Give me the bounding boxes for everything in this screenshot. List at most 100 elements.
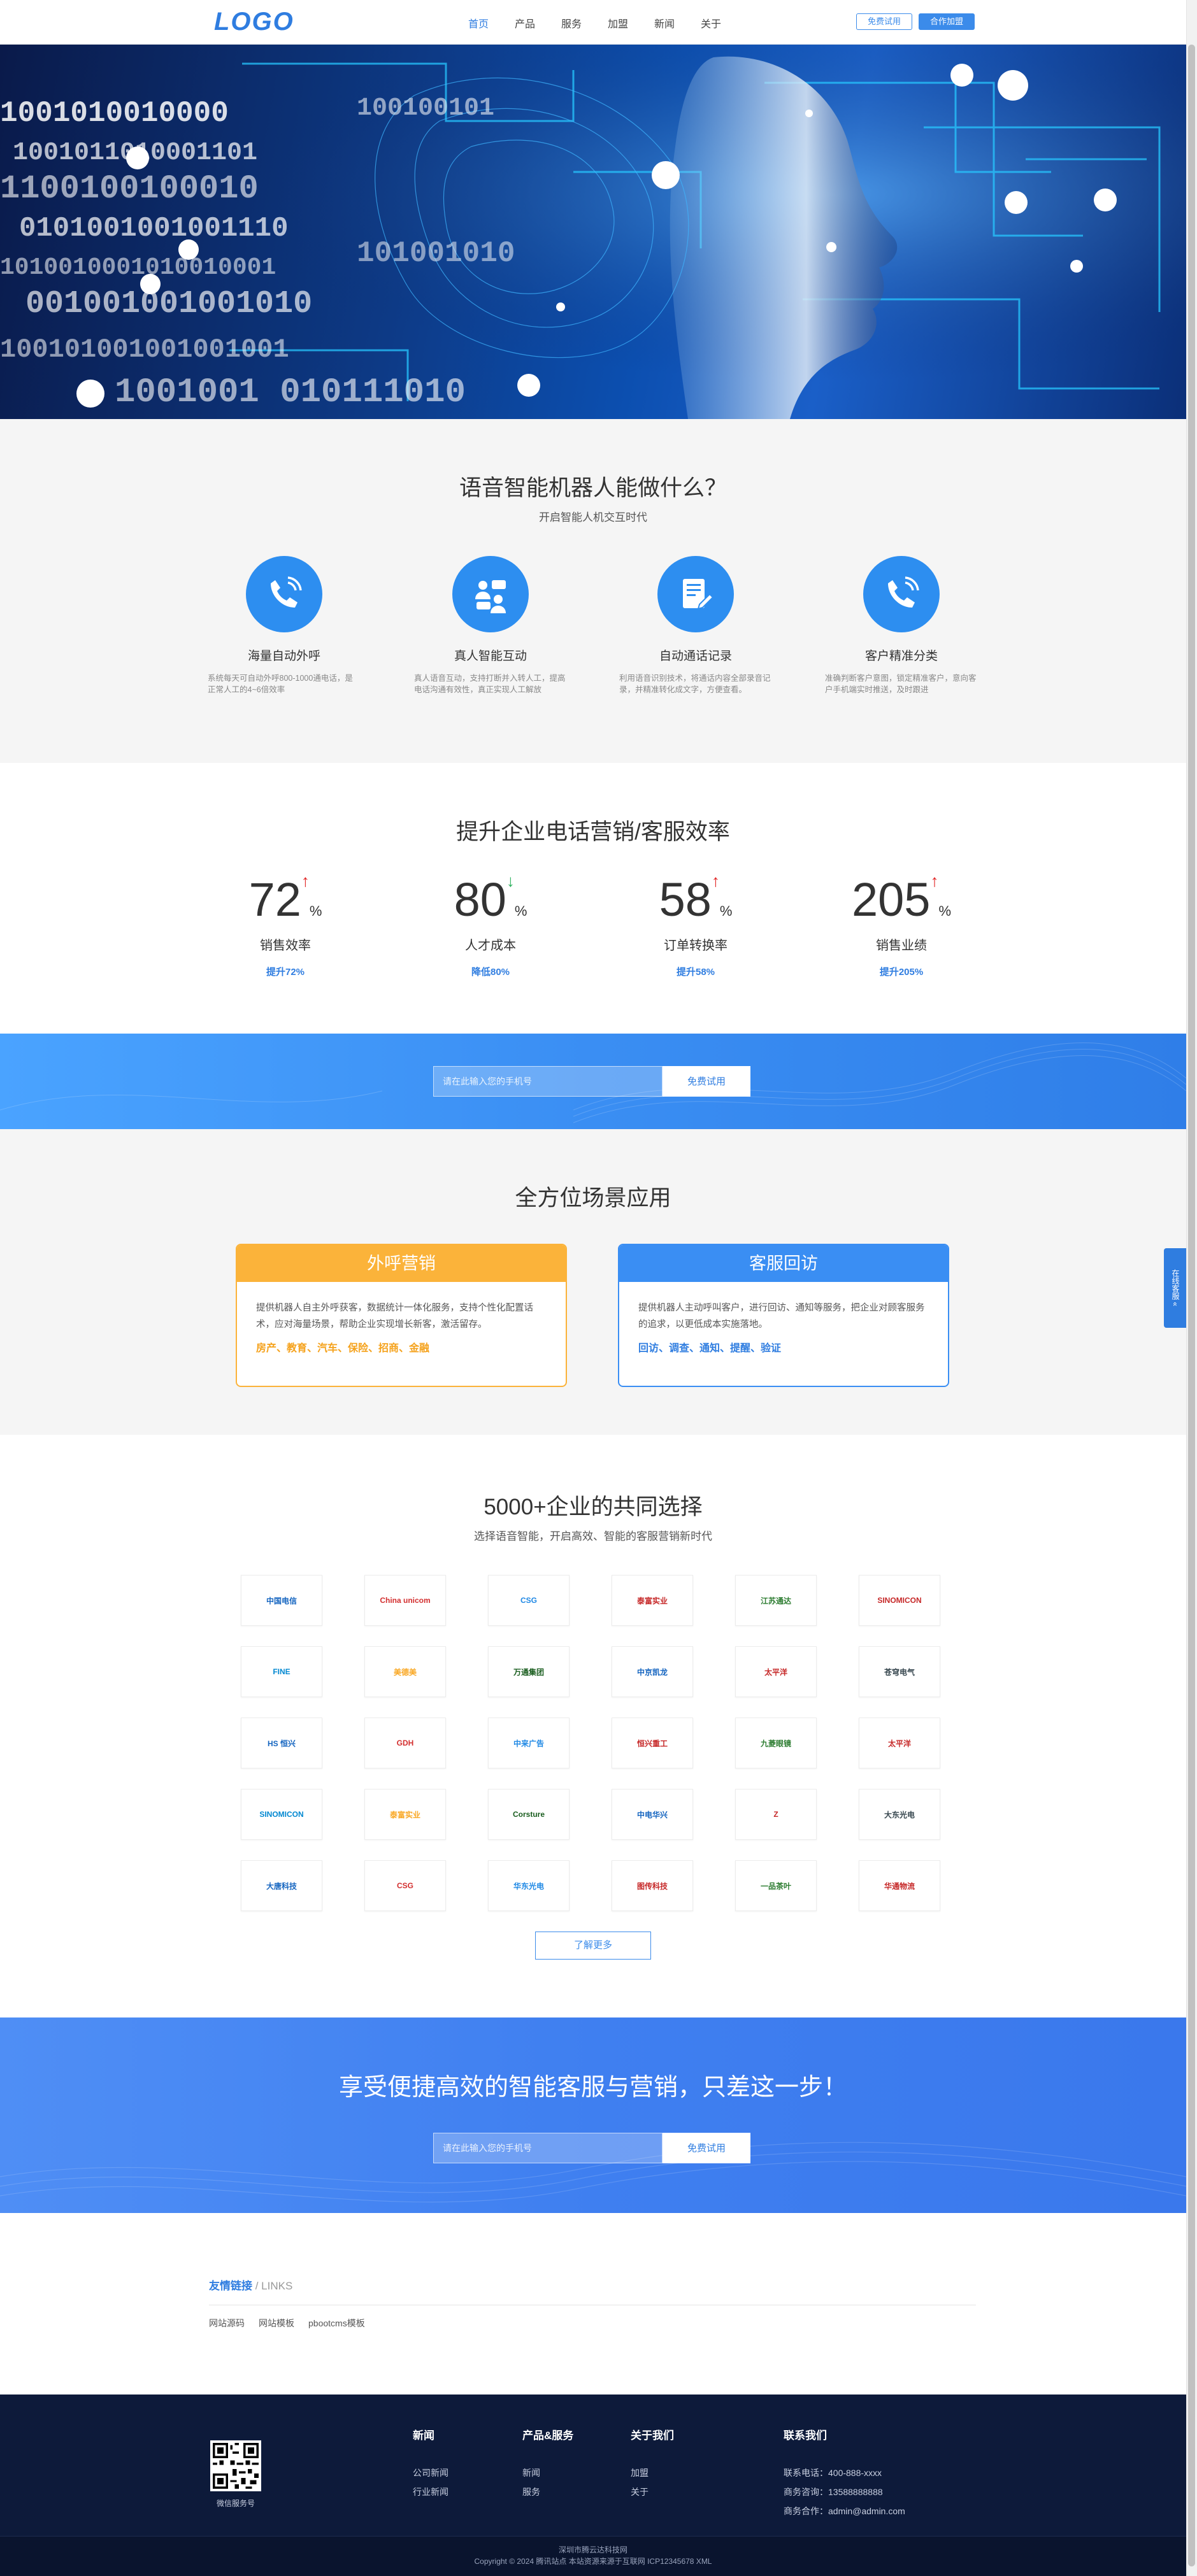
client-logo-text: 太平洋 (887, 1739, 911, 1748)
client-logo-text: 图传科技 (636, 1881, 668, 1891)
arrow-up-icon: ↑ (930, 871, 939, 890)
feature-title: 海量自动外呼 (247, 650, 320, 663)
client-logo: China unicom (364, 1575, 446, 1626)
nav-item-products[interactable]: 产品 (515, 15, 561, 31)
client-logo-text: Corsture (512, 1810, 545, 1819)
client-logo-text: 泰富实业 (636, 1596, 668, 1605)
client-logo: 苍穹电气 (859, 1646, 940, 1697)
client-logo-text: CSG (520, 1596, 537, 1605)
scene-card-revisit[interactable]: 客服回访 提供机器人主动呼叫客户，进行回访、通知等服务，把企业对顾客服务的追求，… (618, 1244, 949, 1387)
client-logo-text: 九菱眼镜 (760, 1739, 791, 1748)
footer-link[interactable]: 加盟 (631, 2466, 674, 2479)
client-logo: Corsture (488, 1789, 570, 1840)
client-logo: 太平洋 (859, 1718, 940, 1768)
stat-change: 降低80% (471, 967, 510, 978)
ability-subtitle: 开启智能人机交互时代 (539, 511, 647, 523)
stat-item: 72↑% 销售效率 提升72% (215, 871, 355, 978)
client-logo-text: 江苏通达 (760, 1596, 791, 1605)
footer-col-contact: 联系我们 联系电话：400-888-xxxx 商务咨询：13588888888 … (784, 2430, 905, 2516)
client-logo: 一品茶叶 (735, 1860, 817, 1911)
client-logo-text: SINOMICON (259, 1810, 304, 1819)
copyright-line-1: 深圳市腾云达科技网 (558, 2545, 627, 2554)
friend-link[interactable]: 网站源码 (209, 2317, 245, 2330)
feature-title: 真人智能互动 (454, 650, 527, 663)
footer-col-products: 产品&服务 新闻 服务 (522, 2430, 574, 2498)
contact-business: 商务咨询：13588888888 (784, 2487, 883, 2497)
client-logo-text: 大唐科技 (266, 1881, 297, 1891)
nav-item-join[interactable]: 加盟 (608, 15, 654, 31)
free-trial-submit-button[interactable]: 免费试用 (663, 2133, 750, 2163)
page: LOGO 首页 产品 服务 加盟 新闻 关于 免费试用 合作加盟 1001010… (0, 0, 1186, 2576)
clients-subtitle: 选择语音智能，开启高效、智能的客服营销新时代 (474, 1530, 712, 1542)
footer-link[interactable]: 服务 (522, 2486, 573, 2498)
qr-caption: 微信服务号 (216, 2499, 255, 2508)
site-logo[interactable]: LOGO (214, 8, 294, 36)
arrow-up-icon: ↑ (711, 871, 720, 890)
scene-card-title: 客服回访 (619, 1245, 948, 1282)
scenes-section: 全方位场景应用 外呼营销 提供机器人自主外呼获客，数据统计一体化服务，支持个性化… (0, 1129, 1186, 1435)
friend-links-section: 友情链接 / LINKS 网站源码 网站模板 pbootcms模板 (0, 2213, 1186, 2395)
client-logo: 恒兴重工 (612, 1718, 693, 1768)
client-logo-text: CSG (396, 1881, 413, 1890)
feature-card[interactable]: 海量自动外呼 系统每天可自动外呼800-1000通电话，是正常人工的4~6倍效率 (208, 556, 361, 695)
learn-more-button[interactable]: 了解更多 (535, 1932, 651, 1960)
stat-label: 人才成本 (465, 939, 516, 953)
partner-join-button[interactable]: 合作加盟 (919, 13, 975, 30)
svg-text:001001001001010: 001001001001010 (25, 286, 312, 322)
cta-band: 享受便捷高效的智能客服与营销，只差这一步！ 免费试用 (0, 2017, 1186, 2213)
nav-item-home[interactable]: 首页 (468, 15, 515, 31)
stat-item: 80↓% 人才成本 降低80% (420, 871, 561, 978)
hero-banner[interactable]: 1001010010000 1001011010001101 110010010… (0, 45, 1186, 419)
client-logo: 中国电信 (241, 1575, 322, 1626)
cta-form: 免费试用 (433, 2133, 750, 2163)
client-logo-text: 华东光电 (513, 1881, 544, 1891)
scene-card-outbound[interactable]: 外呼营销 提供机器人自主外呼获客，数据统计一体化服务，支持个性化配置话术，应对海… (236, 1244, 567, 1387)
scrollbar[interactable] (1186, 0, 1197, 2576)
feature-card[interactable]: 真人智能互动 真人语音互动，支持打断并入转人工，提高电话沟通有效性，真正实现人工… (414, 556, 567, 695)
feature-desc: 系统每天可自动外呼800-1000通电话，是正常人工的4~6倍效率 (208, 674, 353, 694)
stats-section: 提升企业电话营销/客服效率 72↑% 销售效率 提升72% 80↓% 人才成本 … (0, 763, 1186, 1034)
footer-link[interactable]: 公司新闻 (413, 2466, 448, 2479)
feature-desc: 真人语音互动，支持打断并入转人工，提高电话沟通有效性，真正实现人工解放 (414, 674, 566, 694)
footer-col-about: 关于我们 加盟 关于 (631, 2430, 674, 2498)
online-service-float[interactable]: 在线客服 « (1164, 1248, 1186, 1328)
client-logo-text: 中国电信 (266, 1596, 297, 1605)
links-heading: 友情链接 / LINKS (209, 2280, 293, 2292)
scrollbar-thumb[interactable] (1188, 45, 1195, 2566)
client-logo-text: SINOMICON (877, 1596, 922, 1605)
svg-text:100100101: 100100101 (357, 94, 494, 123)
free-trial-submit-button[interactable]: 免费试用 (663, 1066, 750, 1097)
feature-card[interactable]: 自动通话记录 利用语音识别技术，将通话内容全部录音记录，并精准转化成文字，方便查… (619, 556, 772, 695)
nav-item-about[interactable]: 关于 (701, 15, 747, 31)
links-list: 网站源码 网站模板 pbootcms模板 (209, 2317, 365, 2330)
document-edit-icon (657, 556, 734, 632)
footer-col-news: 新闻 公司新闻 行业新闻 (413, 2430, 448, 2498)
client-logo: 九菱眼镜 (735, 1718, 817, 1768)
site-header: LOGO 首页 产品 服务 加盟 新闻 关于 免费试用 合作加盟 (0, 0, 1186, 45)
phone-input[interactable] (433, 1066, 663, 1097)
footer-link[interactable]: 行业新闻 (413, 2486, 448, 2498)
nav-item-news[interactable]: 新闻 (654, 15, 701, 31)
client-logo: CSG (364, 1860, 446, 1911)
svg-text:0101001001001110: 0101001001001110 (19, 213, 288, 245)
footer-link[interactable]: 关于 (631, 2486, 674, 2498)
stat-label: 订单转换率 (664, 939, 728, 953)
arrow-down-icon: ↓ (506, 871, 515, 890)
scene-card-desc: 提供机器人主动呼叫客户，进行回访、通知等服务，把企业对顾客服务的追求，以更低成本… (638, 1303, 925, 1330)
client-logo: HS 恒兴 (241, 1718, 322, 1768)
client-logo-text: 太平洋 (764, 1667, 787, 1677)
friend-link[interactable]: pbootcms模板 (308, 2317, 365, 2330)
client-logo: 泰富实业 (364, 1789, 446, 1840)
feature-card[interactable]: 客户精准分类 准确判断客户意图，锁定精准客户，意向客户手机端实时推送，及时跟进 (825, 556, 978, 695)
stat-number: 205 (851, 873, 931, 926)
site-footer: 微信服务号 新闻 公司新闻 行业新闻 产品&服务 新闻 服务 关于我们 加盟 关… (0, 2395, 1186, 2576)
scene-card-title: 外呼营销 (237, 1245, 566, 1282)
nav-item-services[interactable]: 服务 (561, 15, 608, 31)
feature-title: 客户精准分类 (864, 650, 938, 663)
client-logo: 万通集团 (488, 1646, 570, 1697)
footer-link[interactable]: 新闻 (522, 2466, 573, 2479)
friend-link[interactable]: 网站模板 (259, 2317, 294, 2330)
arrow-up-icon: ↑ (301, 871, 310, 890)
phone-input[interactable] (433, 2133, 663, 2163)
free-trial-button[interactable]: 免费试用 (856, 13, 912, 30)
